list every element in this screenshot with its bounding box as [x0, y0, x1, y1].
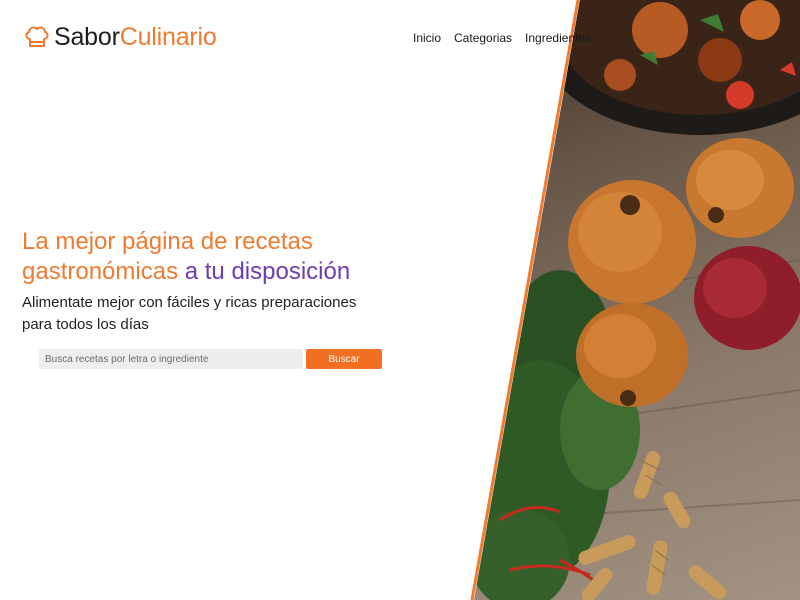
brand-name-part2: Culinario — [119, 23, 217, 51]
brand-logo[interactable]: SaborCulinario — [24, 22, 217, 52]
headline-purple-text: a tu disposición — [184, 258, 351, 285]
brand-name-part1: Sabor — [54, 23, 120, 51]
chef-hat-icon — [25, 26, 49, 47]
nav-item-inicio[interactable]: Inicio — [413, 31, 441, 45]
hero-headline: La mejor página de recetas gastronómicas… — [22, 227, 442, 287]
nav-item-categorias[interactable]: Categorias — [454, 31, 512, 45]
brand-name: SaborCulinario — [54, 22, 217, 52]
nav-item-ingredientes[interactable]: Ingredientes — [525, 31, 591, 45]
search-input[interactable] — [39, 349, 303, 369]
main-nav: Inicio Categorias Ingredientes — [413, 31, 591, 45]
hero-subtitle: Alimentate mejor con fáciles y ricas pre… — [22, 294, 357, 333]
search-button[interactable]: Buscar — [306, 349, 382, 369]
